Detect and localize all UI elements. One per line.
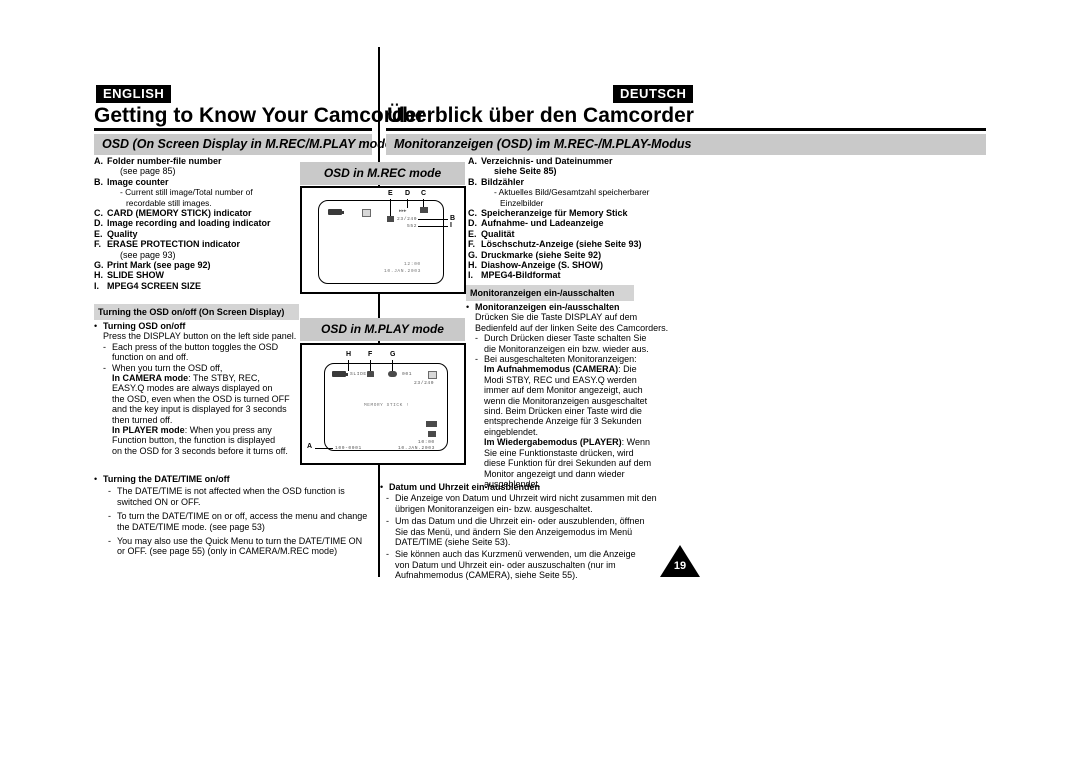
osd-mrec-title: OSD in M.REC mode — [300, 162, 465, 185]
legend-item: I. MPEG4-Bildformat — [468, 270, 561, 281]
datetime-instructions-german: • Datum und Uhrzeit ein-/ausblenden - Die… — [380, 482, 657, 581]
osd-mrec-counter: 23/240 — [397, 217, 418, 222]
title-rule-english — [94, 128, 372, 131]
osd-strip-german: Monitoranzeigen ein-/ausschalten — [466, 285, 634, 301]
osd-mrec-date: 10.JAN.2003 — [384, 269, 421, 274]
leader-a — [315, 448, 333, 449]
legend-item: E. Quality — [94, 228, 138, 239]
leader-f — [370, 360, 371, 371]
legend-item: G. Print Mark (see page 92) — [94, 260, 211, 271]
legend-item: B. Bildzähler - Aktuelles Bild/Gesamtzahl… — [468, 176, 650, 208]
osd-label-f: F — [368, 351, 373, 358]
legend-item: C. Speicheranzeige für Memory Stick — [468, 208, 628, 219]
card-indicator-icon — [420, 207, 428, 213]
leader-b — [418, 219, 448, 220]
section-banner-english: OSD (On Screen Display in M.REC/M.PLAY m… — [94, 134, 403, 155]
osd-mplay-counter: 23/240 — [414, 381, 435, 386]
memory-stick-icon — [362, 209, 371, 217]
osd-instructions-english: • Turning OSD on/off Press the DISPLAY bu… — [94, 321, 297, 456]
osd-label-i: I — [450, 222, 452, 229]
osd-strip-english: Turning the OSD on/off (On Screen Displa… — [94, 304, 299, 320]
erase-protection-lock-icon — [367, 371, 374, 377]
legend-item: F. Löschschutz-Anzeige (siehe Seite 93) — [468, 239, 642, 250]
quality-icon — [387, 216, 394, 222]
osd-mrec-time: 12:00 — [404, 262, 421, 267]
legend-item: D. Aufnahme- und Ladeanzeige — [468, 218, 604, 229]
legend-item: G. Druckmarke (siehe Seite 92) — [468, 249, 602, 260]
datetime-instructions-english: • Turning the DATE/TIME on/off - The DATE… — [94, 474, 368, 557]
memory-stick-icon — [428, 371, 437, 379]
osd-label-e: E — [388, 190, 393, 197]
legend-item: A. Verzeichnis- und Dateinummer siehe Seit… — [468, 156, 613, 177]
manual-page: ENGLISH Getting to Know Your Camcorder O… — [0, 0, 1080, 763]
osd-mplay-memory-stick-text: MEMORY STICK ! — [364, 403, 410, 408]
language-badge-german: DEUTSCH — [613, 85, 694, 103]
leader-h — [348, 360, 349, 371]
battery-icon — [332, 371, 348, 377]
print-mark-icon — [388, 371, 397, 377]
page-number: 19 — [660, 545, 700, 577]
osd-mplay-screen: H F G SLIDE 001 23/240 MEMORY STICK ! 10… — [300, 343, 466, 465]
osd-mrec-size: 552 — [407, 224, 418, 229]
osd-instructions-german: • Monitoranzeigen ein-/ausschalten Drücke… — [466, 302, 669, 489]
legend-list-english: A. Folder number-file number (see page 85)… — [94, 156, 299, 291]
osd-label-h: H — [346, 351, 352, 358]
title-rule-german — [386, 128, 986, 131]
leader-d — [407, 199, 408, 208]
osd-mplay-slide: SLIDE — [350, 372, 367, 377]
osd-label-g: G — [390, 351, 396, 358]
mpeg4-screen-size-icon — [426, 421, 437, 427]
osd-mplay-file: 100-0001 — [335, 446, 362, 451]
chapter-title-english: Getting to Know Your Camcorder — [94, 104, 425, 127]
quality-icon — [428, 431, 436, 437]
legend-item: H. SLIDE SHOW — [94, 270, 165, 281]
leader-c — [423, 199, 424, 207]
osd-label-a: A — [307, 443, 313, 450]
osd-mrec-screen: E D C ▸▸▸ 23/240 552 B I 12:00 10.JAN.20… — [300, 186, 466, 294]
legend-item: C. CARD (MEMORY STICK) indicator — [94, 208, 252, 219]
legend-item: E. Qualität — [468, 228, 515, 239]
page-number-text: 19 — [673, 560, 687, 572]
language-badge-english: ENGLISH — [96, 85, 172, 103]
legend-item: B. Image counter - Current still image/To… — [94, 176, 253, 208]
leader-i — [418, 226, 448, 227]
osd-label-c: C — [421, 190, 427, 197]
loading-indicator-icon: ▸▸▸ — [399, 208, 407, 214]
legend-list-german: A. Verzeichnis- und Dateinummer siehe Seit… — [468, 156, 698, 281]
battery-icon — [328, 209, 344, 215]
legend-item: I. MPEG4 SCREEN SIZE — [94, 280, 202, 291]
leader-g — [392, 360, 393, 371]
legend-item: A. Folder number-file number (see page 85) — [94, 156, 222, 177]
osd-mplay-print-count: 001 — [402, 372, 413, 377]
legend-item: D. Image recording and loading indicator — [94, 218, 271, 229]
legend-item: F. ERASE PROTECTION indicator (see page 93… — [94, 239, 241, 260]
osd-mplay-title: OSD in M.PLAY mode — [300, 318, 465, 341]
chapter-title-german: Überblick über den Camcorder — [387, 104, 694, 127]
legend-item: H. Diashow-Anzeige (S. SHOW) — [468, 260, 604, 271]
section-banner-german: Monitoranzeigen (OSD) im M.REC-/M.PLAY-M… — [386, 134, 986, 155]
osd-mplay-date: 10.JAN.2003 — [398, 446, 435, 451]
osd-label-d: D — [405, 190, 411, 197]
